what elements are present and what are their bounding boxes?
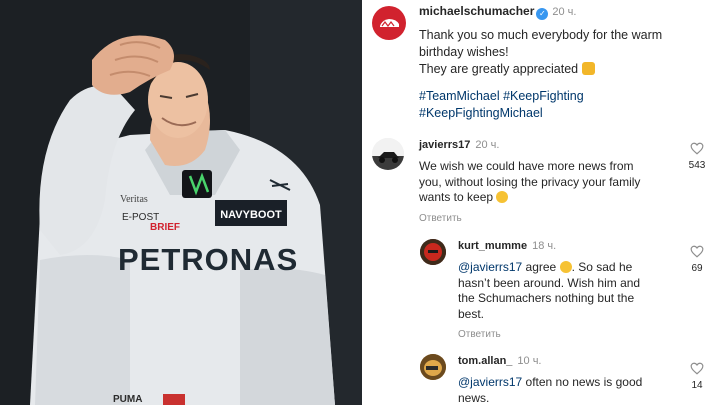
comment-text: We wish we could have more news from you… <box>419 159 669 206</box>
comments-panel: michaelschumacher ✓ 20 ч. Thank you so muc… <box>362 0 720 405</box>
comment-time: 20 ч. <box>475 139 500 151</box>
like-control: 543 <box>682 142 712 171</box>
petronas-logo: PETRONAS <box>118 242 298 277</box>
like-count: 543 <box>688 160 706 171</box>
comment-username[interactable]: tom.allan_ <box>458 355 512 367</box>
comment-line: @javierrs17 agree . So sad he <box>458 260 633 274</box>
comment-line: wants to keep <box>419 190 669 206</box>
heart-icon[interactable] <box>690 362 704 375</box>
commenter-avatar[interactable] <box>420 354 446 380</box>
verified-icon: ✓ <box>536 8 549 20</box>
caption-line: birthday wishes! <box>419 45 509 59</box>
crying-emoji <box>559 261 572 273</box>
comment-time: 18 ч. <box>532 240 557 252</box>
like-control: 69 <box>682 245 712 274</box>
like-count: 14 <box>691 380 703 391</box>
hashtag-line[interactable]: #TeamMichael #KeepFighting <box>419 88 709 105</box>
comment-username[interactable]: kurt_mumme <box>458 240 527 252</box>
photo-illustration: NAVYBOOT Veritas E-POST BRIEF PETRONAS P… <box>0 0 362 405</box>
post-time: 20 ч. <box>552 6 577 18</box>
heart-icon[interactable] <box>690 142 704 155</box>
comment-line: @javierrs17 often no news is good <box>458 375 643 389</box>
puma-logo: PUMA <box>113 394 142 405</box>
comment-line: We wish we could have more news from <box>419 159 634 173</box>
heart-icon[interactable] <box>690 245 704 258</box>
caption-text: Thank you so much everybody for the warm… <box>419 27 709 78</box>
comment-line: best. <box>458 306 485 321</box>
veritas-logo: Veritas <box>120 194 148 205</box>
comment-username[interactable]: javierrs17 <box>419 139 470 151</box>
mention-link[interactable]: @javierrs17 <box>458 375 522 389</box>
comment-time: 10 ч. <box>517 355 542 367</box>
caption-line: Thank you so much everybody for the warm <box>419 28 663 42</box>
car-photo-icon <box>372 138 404 170</box>
like-count: 69 <box>691 263 703 274</box>
hashtag-line[interactable]: #KeepFightingMichael <box>419 105 709 122</box>
comment-text: @javierrs17 often no news is good news. <box>458 375 690 405</box>
comment-line: hasn’t been around. Wish him and <box>458 275 641 290</box>
post-photo: NAVYBOOT Veritas E-POST BRIEF PETRONAS P… <box>0 0 362 405</box>
mention-link[interactable]: @javierrs17 <box>458 260 522 274</box>
navyboot-logo: NAVYBOOT <box>220 209 282 221</box>
pensive-emoji <box>496 191 509 203</box>
commenter-avatar[interactable] <box>372 138 404 170</box>
thumbs-up-emoji <box>581 62 595 75</box>
owner-username[interactable]: michaelschumacher <box>419 4 534 18</box>
owner-avatar[interactable] <box>372 6 406 40</box>
brief-logo: BRIEF <box>150 222 180 233</box>
caption-line: They are greatly appreciated <box>419 61 709 78</box>
driver-photo-icon <box>420 239 446 265</box>
helmet-photo-icon <box>420 354 446 380</box>
comment-text: @javierrs17 agree . So sad he hasn’t bee… <box>458 260 690 322</box>
reply-button[interactable]: Ответить <box>458 329 690 340</box>
like-control: 14 <box>682 362 712 391</box>
comment-line: news. <box>458 390 490 405</box>
reply-button[interactable]: Ответить <box>419 213 669 224</box>
ms-logo-icon <box>380 19 399 27</box>
comment-line: the Schumachers nothing but the <box>458 291 635 305</box>
commenter-avatar[interactable] <box>420 239 446 265</box>
comment-line: you, without losing the privacy your fam… <box>419 174 641 189</box>
hashtags: #TeamMichael #KeepFighting #KeepFighting… <box>419 88 709 122</box>
